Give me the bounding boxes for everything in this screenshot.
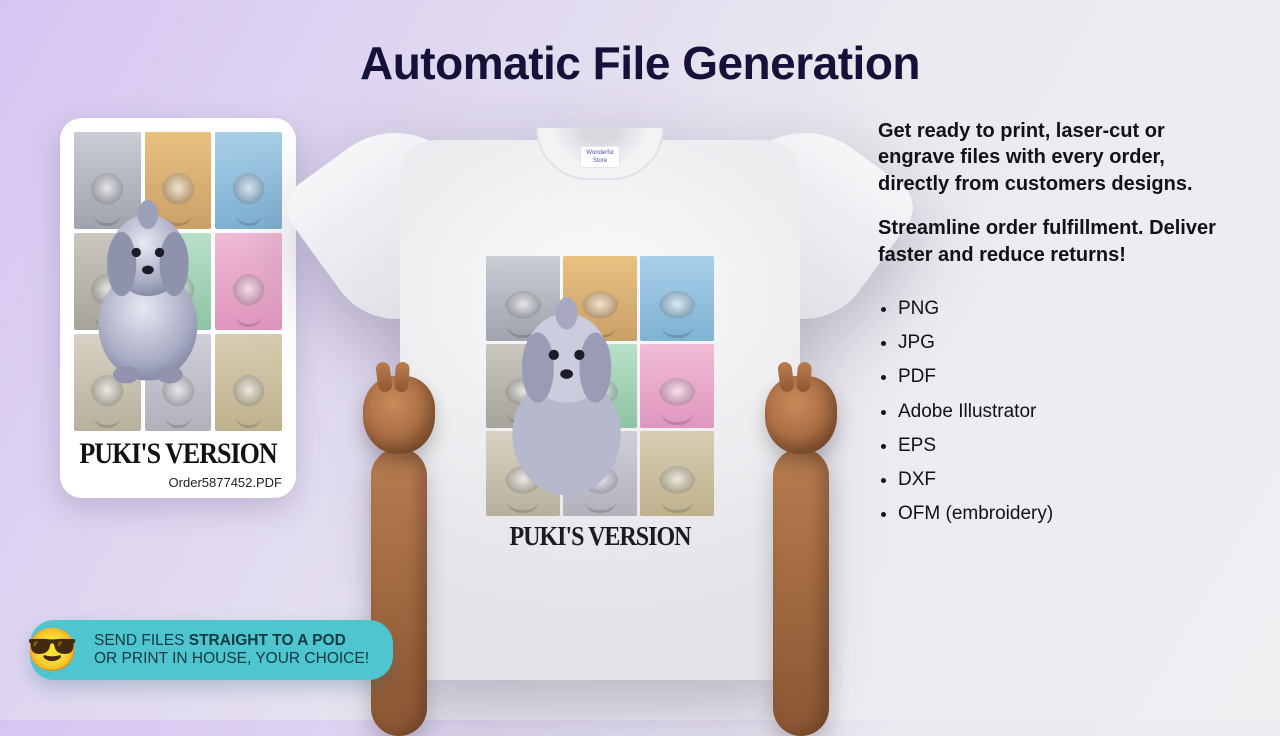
pod-callout: 😎 SEND FILES STRAIGHT TO A POD OR PRINT … <box>30 620 393 680</box>
design-tile <box>563 344 637 429</box>
design-tile <box>640 256 714 341</box>
design-title: PUKI'S VERSION <box>74 437 282 472</box>
design-tile <box>74 132 141 229</box>
callout-line: OR PRINT IN HOUSE, YOUR CHOICE! <box>94 650 369 668</box>
format-list: PNG JPG PDF Adobe Illustrator EPS DXF OF… <box>878 292 1228 531</box>
model-hand <box>765 376 837 454</box>
model-arm <box>362 376 436 736</box>
format-item: EPS <box>898 429 1228 463</box>
design-tile <box>486 256 560 341</box>
model-forearm <box>371 448 427 736</box>
shirt-print-area: PUKI'S VERSION <box>486 256 714 556</box>
design-tile <box>640 431 714 516</box>
design-tile-grid <box>74 132 282 431</box>
design-tile <box>74 334 141 431</box>
format-item: Adobe Illustrator <box>898 395 1228 429</box>
format-item: PDF <box>898 360 1228 394</box>
design-tile <box>563 256 637 341</box>
design-tile <box>145 132 212 229</box>
benefit-paragraph: Streamline order fulfillment. Deliver fa… <box>878 215 1228 268</box>
format-item: OFM (embroidery) <box>898 497 1228 531</box>
shirt-design-title: PUKI'S VERSION <box>486 522 714 553</box>
model-forearm <box>773 448 829 736</box>
order-file-card: PUKI'S VERSION Order5877452.PDF <box>60 118 296 498</box>
shirt-neck-tag: Wonderful Store <box>580 146 620 168</box>
model-hand <box>363 376 435 454</box>
design-tile <box>640 344 714 429</box>
page-title: Automatic File Generation <box>0 36 1280 90</box>
sunglasses-emoji-icon: 😎 <box>26 629 78 671</box>
design-tile <box>215 233 282 330</box>
design-tile <box>486 344 560 429</box>
tshirt-mockup: Wonderful Store <box>320 106 880 706</box>
design-tile <box>145 233 212 330</box>
order-filename: Order5877452.PDF <box>74 475 282 490</box>
callout-line: SEND FILES STRAIGHT TO A POD <box>94 632 369 650</box>
benefits-column: Get ready to print, laser-cut or engrave… <box>878 118 1228 531</box>
format-item: DXF <box>898 463 1228 497</box>
format-item: JPG <box>898 326 1228 360</box>
design-tile <box>563 431 637 516</box>
design-tile <box>74 233 141 330</box>
design-tile <box>215 132 282 229</box>
format-item: PNG <box>898 292 1228 326</box>
model-arm <box>764 376 838 736</box>
benefit-paragraph: Get ready to print, laser-cut or engrave… <box>878 118 1228 197</box>
design-tile <box>145 334 212 431</box>
design-tile <box>215 334 282 431</box>
design-tile <box>486 431 560 516</box>
